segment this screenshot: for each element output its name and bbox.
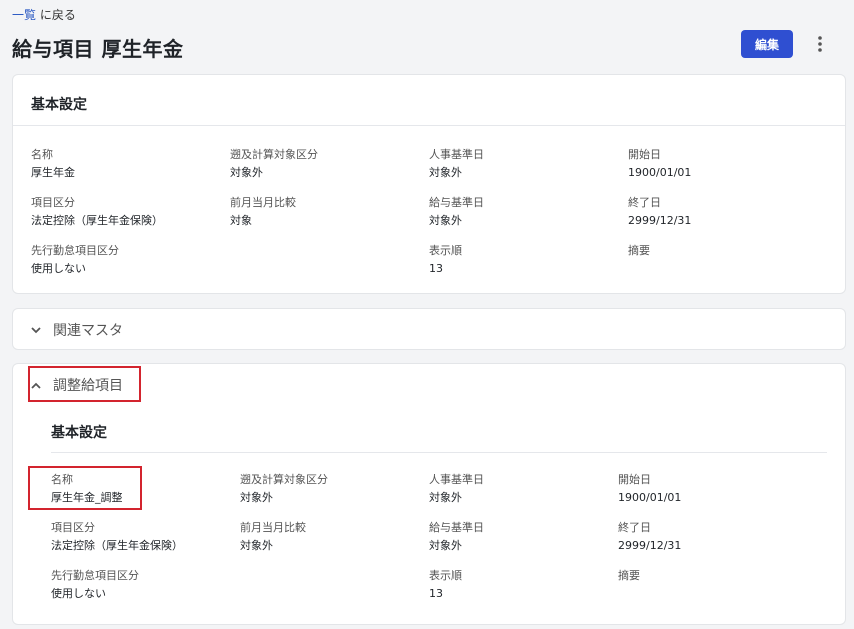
page-title: 給与項目 厚生年金 xyxy=(12,37,184,61)
field-value xyxy=(628,261,808,277)
field-start-date: 開始日 1900/01/01 xyxy=(628,147,808,181)
field-end-date: 終了日 2999/12/31 xyxy=(618,520,798,554)
field-value: 対象外 xyxy=(429,166,462,179)
field-label: 前月当月比較 xyxy=(240,521,306,534)
field-attendance-category: 先行勤怠項目区分 使用しない xyxy=(31,243,211,277)
more-vert-icon xyxy=(818,36,822,52)
field-value: 法定控除（厚生年金保険） xyxy=(51,539,183,552)
adjustment-item-accordion: 調整給項目 基本設定 名称 厚生年金_調整 遡及計算対象区分 対象外 人事基準日… xyxy=(12,363,846,625)
field-value: 対象外 xyxy=(429,539,462,552)
field-label: 人事基準日 xyxy=(429,148,484,161)
field-label: 遡及計算対象区分 xyxy=(240,473,328,486)
field-month-compare: 前月当月比較 対象 xyxy=(230,195,410,229)
field-value: 13 xyxy=(429,262,443,275)
field-value: 2999/12/31 xyxy=(618,539,682,552)
field-value: 1900/01/01 xyxy=(618,491,682,504)
field-value: 使用しない xyxy=(31,262,86,275)
field-display-order: 表示順 13 xyxy=(429,568,609,602)
field-value xyxy=(618,586,798,602)
field-month-compare: 前月当月比較 対象外 xyxy=(240,520,420,554)
field-display-order: 表示順 13 xyxy=(429,243,609,277)
field-item-category: 項目区分 法定控除（厚生年金保険） xyxy=(31,195,211,229)
field-value: 厚生年金 xyxy=(31,166,75,179)
field-label: 人事基準日 xyxy=(429,473,484,486)
field-summary: 摘要 xyxy=(618,568,798,602)
field-value: 対象 xyxy=(230,214,252,227)
field-value: 使用しない xyxy=(51,587,106,600)
field-end-date: 終了日 2999/12/31 xyxy=(628,195,808,229)
field-summary: 摘要 xyxy=(628,243,808,277)
field-label: 先行勤怠項目区分 xyxy=(31,244,119,257)
field-name: 名称 厚生年金 xyxy=(31,147,211,181)
field-retro-calc: 遡及計算対象区分 対象外 xyxy=(240,472,420,506)
field-value: 1900/01/01 xyxy=(628,166,692,179)
highlight-box-adjustment-title xyxy=(28,366,141,402)
field-label: 摘要 xyxy=(618,569,640,582)
field-value: 対象外 xyxy=(240,539,273,552)
basic-settings-card: 基本設定 名称 厚生年金 遡及計算対象区分 対象外 人事基準日 対象外 開始日 … xyxy=(12,74,846,294)
field-value: 対象外 xyxy=(240,491,273,504)
divider xyxy=(51,452,827,453)
field-label: 遡及計算対象区分 xyxy=(230,148,318,161)
field-label: 給与基準日 xyxy=(429,521,484,534)
divider xyxy=(13,125,845,126)
field-attendance-category: 先行勤怠項目区分 使用しない xyxy=(51,568,231,602)
field-label: 給与基準日 xyxy=(429,196,484,209)
chevron-down-icon xyxy=(31,326,41,333)
field-value: 対象外 xyxy=(230,166,263,179)
field-hr-base-date: 人事基準日 対象外 xyxy=(429,147,609,181)
field-label: 終了日 xyxy=(618,521,651,534)
field-start-date: 開始日 1900/01/01 xyxy=(618,472,798,506)
field-value: 2999/12/31 xyxy=(628,214,692,227)
breadcrumb-suffix: に戻る xyxy=(36,8,76,22)
field-retro-calc: 遡及計算対象区分 対象外 xyxy=(230,147,410,181)
highlight-box-name xyxy=(28,466,142,510)
field-value: 13 xyxy=(429,587,443,600)
field-pay-base-date: 給与基準日 対象外 xyxy=(429,195,609,229)
related-master-title: 関連マスタ xyxy=(53,323,123,339)
field-label: 名称 xyxy=(31,148,53,161)
adjustment-basic-settings-title: 基本設定 xyxy=(51,425,107,441)
field-pay-base-date: 給与基準日 対象外 xyxy=(429,520,609,554)
field-value: 法定控除（厚生年金保険） xyxy=(31,214,163,227)
back-to-list-link[interactable]: 一覧 xyxy=(12,8,36,22)
basic-settings-title: 基本設定 xyxy=(31,97,87,113)
field-label: 摘要 xyxy=(628,244,650,257)
field-value: 対象外 xyxy=(429,491,462,504)
breadcrumb: 一覧 に戻る xyxy=(12,6,76,23)
edit-button[interactable]: 編集 xyxy=(741,30,793,58)
field-label: 開始日 xyxy=(618,473,651,486)
field-label: 項目区分 xyxy=(51,521,95,534)
field-item-category: 項目区分 法定控除（厚生年金保険） xyxy=(51,520,231,554)
field-label: 項目区分 xyxy=(31,196,75,209)
related-master-accordion[interactable]: 関連マスタ xyxy=(12,308,846,350)
field-label: 終了日 xyxy=(628,196,661,209)
field-hr-base-date: 人事基準日 対象外 xyxy=(429,472,609,506)
field-label: 前月当月比較 xyxy=(230,196,296,209)
related-master-header[interactable]: 関連マスタ xyxy=(31,309,123,351)
field-label: 開始日 xyxy=(628,148,661,161)
field-label: 表示順 xyxy=(429,569,462,582)
field-label: 表示順 xyxy=(429,244,462,257)
more-options-button[interactable] xyxy=(808,32,832,56)
field-label: 先行勤怠項目区分 xyxy=(51,569,139,582)
field-value: 対象外 xyxy=(429,214,462,227)
